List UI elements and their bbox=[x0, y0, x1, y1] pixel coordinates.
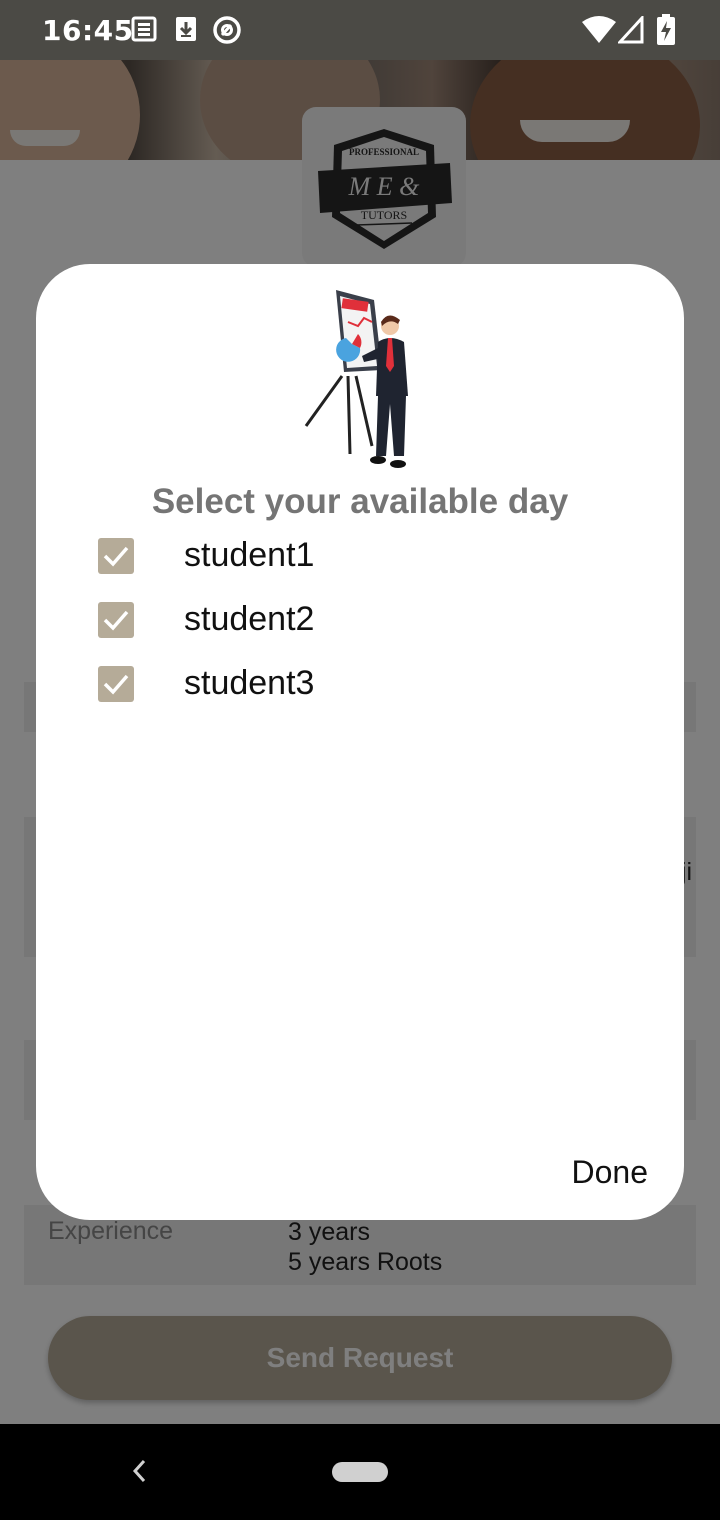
dialog-title: Select your available day bbox=[151, 482, 569, 521]
wifi-icon bbox=[582, 16, 616, 49]
download-icon bbox=[174, 15, 198, 48]
option-label: student1 bbox=[184, 536, 315, 574]
checkbox-checked[interactable] bbox=[98, 666, 134, 702]
option-label: student3 bbox=[184, 664, 315, 702]
status-time: 16:45 bbox=[42, 14, 134, 47]
navigation-bar bbox=[0, 1424, 720, 1520]
news-icon bbox=[130, 15, 158, 48]
at-sign-icon bbox=[212, 15, 242, 50]
home-pill-icon[interactable] bbox=[332, 1462, 388, 1482]
availability-dialog: Select your available day student1 stude… bbox=[36, 264, 684, 1220]
checkbox-checked[interactable] bbox=[98, 602, 134, 638]
done-button[interactable]: Done bbox=[572, 1154, 649, 1191]
option-label: student2 bbox=[184, 600, 315, 638]
checkbox-checked[interactable] bbox=[98, 538, 134, 574]
back-icon[interactable] bbox=[128, 1456, 150, 1491]
signal-icon bbox=[616, 14, 644, 49]
battery-charging-icon bbox=[656, 14, 676, 51]
status-bar: 16:45 bbox=[0, 0, 720, 60]
presenter-illustration bbox=[302, 286, 422, 476]
